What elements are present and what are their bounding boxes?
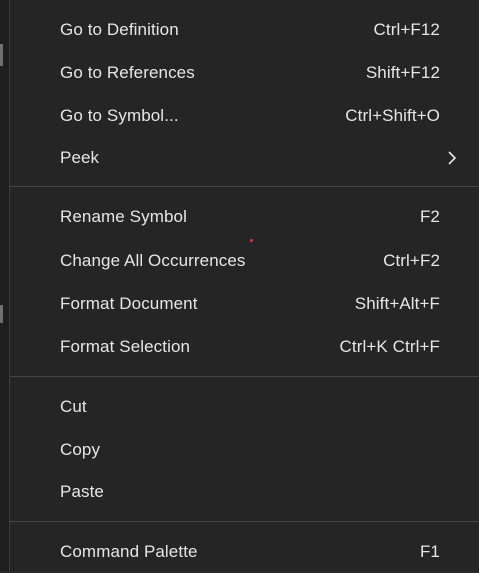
menu-item-shortcut: F2 [419, 207, 440, 226]
menu-item-label: Paste [60, 482, 104, 501]
menu-item-shortcut: Ctrl+F12 [373, 20, 440, 39]
menu-item-label: Copy [60, 440, 101, 459]
menu-item-shortcut: Shift+F12 [365, 63, 440, 82]
menu-item-change-all-occurrences[interactable]: Change All Occurrences Ctrl+F2 [10, 240, 479, 282]
menu-item-peek[interactable]: Peek [10, 137, 479, 179]
menu-item-shortcut: Ctrl+K Ctrl+F [339, 337, 440, 356]
menu-item-command-palette[interactable]: Command Palette F1 [10, 531, 479, 573]
menu-item-label: Peek [60, 148, 100, 167]
menu-item-go-to-definition[interactable]: Go to Definition Ctrl+F12 [10, 9, 479, 51]
menu-item-shortcut: Ctrl+Shift+O [345, 106, 440, 125]
menu-item-label: Go to Symbol... [60, 106, 179, 125]
menu-item-format-document[interactable]: Format Document Shift+Alt+F [10, 283, 479, 325]
menu-item-label: Format Document [60, 294, 198, 313]
menu-item-label: Format Selection [60, 337, 191, 356]
menu-separator [10, 186, 479, 187]
menu-separator [10, 376, 479, 377]
menu-item-shortcut: Shift+Alt+F [354, 294, 440, 313]
menu-item-paste[interactable]: Paste [10, 471, 479, 513]
chevron-right-icon [448, 151, 457, 165]
menu-item-label: Cut [60, 397, 87, 416]
menu-item-label: Command Palette [60, 542, 198, 561]
menu-item-copy[interactable]: Copy [10, 429, 479, 471]
menu-item-format-selection[interactable]: Format Selection Ctrl+K Ctrl+F [10, 326, 479, 368]
cursor-marker [250, 239, 253, 242]
context-menu: Go to Definition Ctrl+F12 Go to Referenc… [9, 0, 479, 571]
menu-item-shortcut: Ctrl+F2 [383, 251, 440, 270]
editor-gutter-mark [0, 305, 3, 323]
menu-item-label: Go to References [60, 63, 195, 82]
menu-item-label: Change All Occurrences [60, 251, 246, 270]
menu-separator [10, 521, 479, 522]
editor-gutter-mark [0, 44, 3, 66]
menu-item-label: Rename Symbol [60, 207, 187, 226]
editor-edge [0, 0, 9, 571]
menu-item-label: Go to Definition [60, 20, 179, 39]
menu-item-go-to-symbol[interactable]: Go to Symbol... Ctrl+Shift+O [10, 95, 479, 137]
menu-item-shortcut: F1 [419, 542, 440, 561]
menu-item-cut[interactable]: Cut [10, 386, 479, 428]
menu-item-go-to-references[interactable]: Go to References Shift+F12 [10, 52, 479, 94]
menu-item-rename-symbol[interactable]: Rename Symbol F2 [10, 196, 479, 238]
